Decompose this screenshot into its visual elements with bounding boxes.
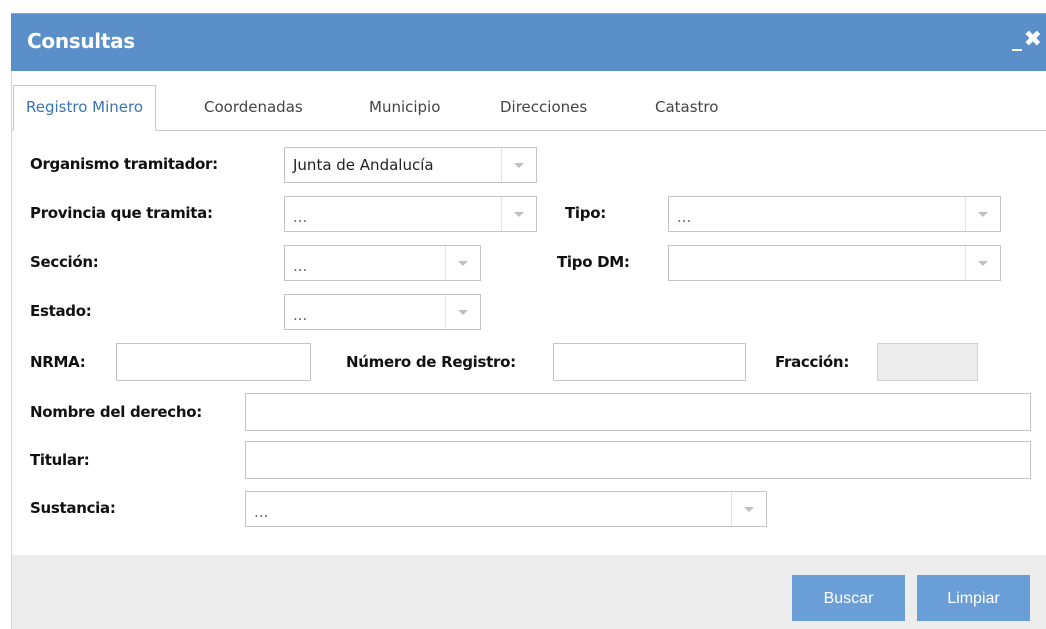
dialog-footer: Buscar Limpiar bbox=[12, 555, 1046, 629]
provincia-label: Provincia que tramita: bbox=[30, 204, 213, 222]
chevron-down-icon[interactable] bbox=[501, 197, 536, 231]
fraccion-input bbox=[877, 343, 978, 381]
estado-label: Estado: bbox=[30, 302, 92, 320]
titular-input[interactable] bbox=[245, 441, 1031, 479]
chevron-down-icon[interactable] bbox=[445, 246, 480, 280]
tab-registro-minero[interactable]: Registro Minero bbox=[13, 85, 157, 131]
tipo-label: Tipo: bbox=[565, 204, 606, 222]
nombre-derecho-label: Nombre del derecho: bbox=[30, 403, 202, 421]
sustancia-label: Sustancia: bbox=[30, 499, 116, 517]
seccion-value: ... bbox=[293, 257, 308, 275]
titular-label: Titular: bbox=[30, 451, 90, 469]
provincia-value: ... bbox=[293, 208, 308, 226]
window-border bbox=[11, 71, 12, 629]
tab-direcciones[interactable]: Direcciones bbox=[488, 87, 599, 130]
clear-button[interactable]: Limpiar bbox=[917, 575, 1030, 621]
nombre-derecho-input[interactable] bbox=[245, 393, 1031, 431]
chevron-down-icon[interactable] bbox=[965, 197, 1000, 231]
tab-municipio[interactable]: Municipio bbox=[357, 87, 452, 130]
sustancia-value: ... bbox=[254, 503, 269, 521]
estado-select[interactable]: ... bbox=[284, 294, 481, 330]
seccion-label: Sección: bbox=[30, 253, 99, 271]
sustancia-select[interactable]: ... bbox=[245, 491, 767, 527]
tab-catastro[interactable]: Catastro bbox=[643, 87, 730, 130]
tipo-value: ... bbox=[677, 208, 692, 226]
nrma-label: NRMA: bbox=[30, 353, 86, 371]
seccion-select[interactable]: ... bbox=[284, 245, 481, 281]
organismo-label: Organismo tramitador: bbox=[30, 155, 218, 173]
organismo-select[interactable]: Junta de Andalucía bbox=[284, 147, 537, 183]
fraccion-label: Fracción: bbox=[775, 353, 850, 371]
chevron-down-icon[interactable] bbox=[501, 148, 536, 182]
nrma-input[interactable] bbox=[116, 343, 311, 381]
tipo-select[interactable]: ... bbox=[668, 196, 1001, 232]
chevron-down-icon[interactable] bbox=[965, 246, 1000, 280]
tipo-dm-select[interactable] bbox=[668, 245, 1001, 281]
tab-coordenadas[interactable]: Coordenadas bbox=[192, 87, 315, 130]
consultas-window: Consultas _ ✖ Registro Minero Coordenada… bbox=[0, 0, 1046, 629]
tab-strip: Registro Minero Coordenadas Municipio Di… bbox=[12, 71, 1046, 131]
provincia-select[interactable]: ... bbox=[284, 196, 537, 232]
tipo-dm-label: Tipo DM: bbox=[557, 253, 630, 271]
estado-value: ... bbox=[293, 306, 308, 324]
search-button[interactable]: Buscar bbox=[792, 575, 905, 621]
numero-registro-label: Número de Registro: bbox=[346, 353, 516, 371]
minimize-icon[interactable]: _ bbox=[1012, 27, 1022, 51]
chevron-down-icon[interactable] bbox=[731, 492, 766, 526]
chevron-down-icon[interactable] bbox=[445, 295, 480, 329]
window-title: Consultas bbox=[27, 29, 135, 53]
numero-registro-input[interactable] bbox=[553, 343, 746, 381]
close-icon[interactable]: ✖ bbox=[1024, 27, 1042, 52]
window-titlebar[interactable]: Consultas _ ✖ bbox=[11, 13, 1046, 72]
organismo-value: Junta de Andalucía bbox=[293, 156, 434, 174]
